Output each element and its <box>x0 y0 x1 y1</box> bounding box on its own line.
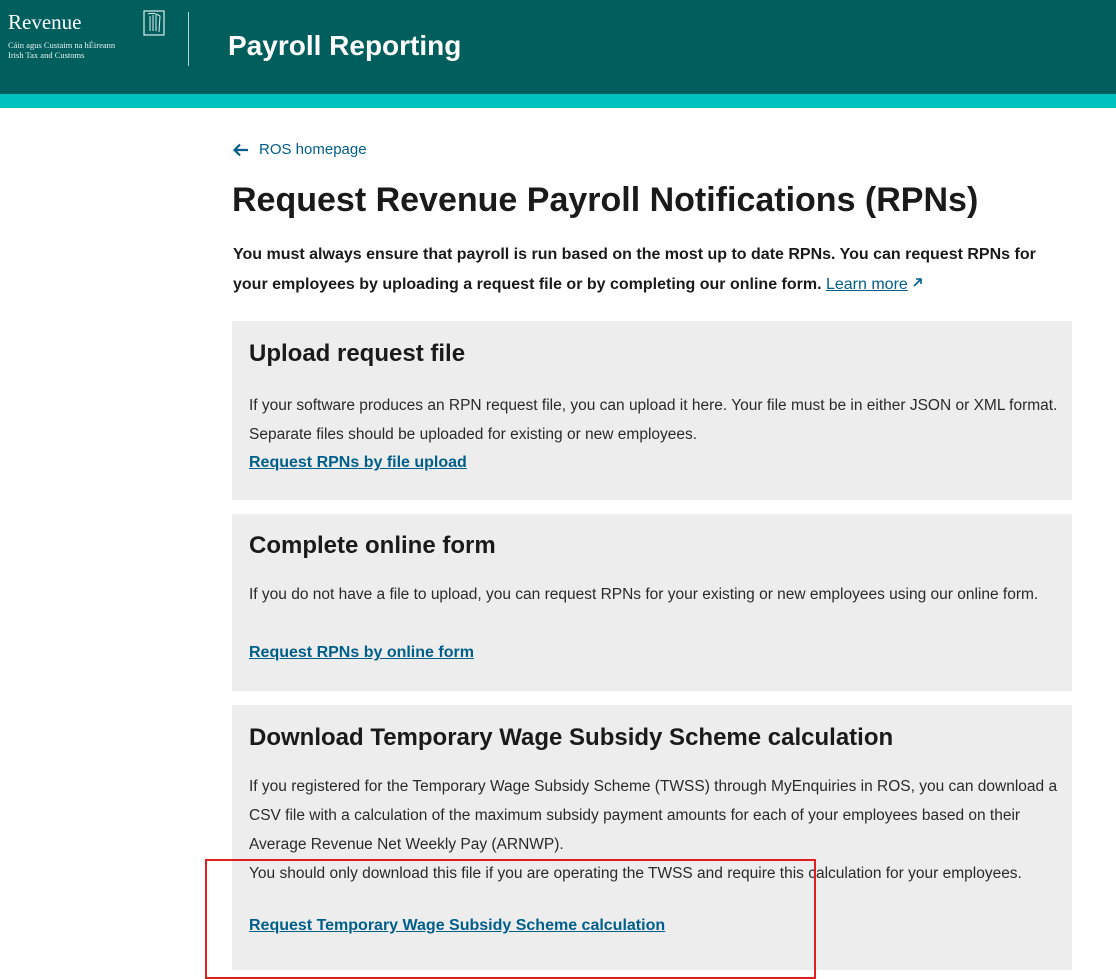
logo-subtitle-english: Irish Tax and Customs <box>8 50 85 60</box>
header-accent-stripe <box>0 94 1116 108</box>
upload-request-file-card: Upload request file If your software pro… <box>232 321 1072 500</box>
header-divider <box>188 12 189 66</box>
card-title: Download Temporary Wage Subsidy Scheme c… <box>249 724 894 751</box>
arrow-left-icon <box>233 143 248 157</box>
logo-subtitle-irish: Cáin agus Custaim na hÉireann <box>8 40 116 50</box>
revenue-logo[interactable]: Revenue Cáin agus Custaim na hÉireann Ir… <box>8 10 178 80</box>
complete-online-form-card: Complete online form If you do not have … <box>232 514 1072 691</box>
learn-more-link[interactable]: Learn more <box>826 276 923 293</box>
ros-homepage-link[interactable]: ROS homepage <box>233 139 367 161</box>
card-body: If your software produces an RPN request… <box>249 397 1058 443</box>
logo-wordmark: Revenue <box>8 10 82 34</box>
card-title: Upload request file <box>249 340 466 367</box>
highlight-annotation-box <box>205 859 816 979</box>
card-title: Complete online form <box>249 532 496 559</box>
intro-text: You must always ensure that payroll is r… <box>233 240 1073 300</box>
logo-subtitle: Cáin agus Custaim na hÉireann Irish Tax … <box>8 40 115 60</box>
app-title: Payroll Reporting <box>228 30 462 61</box>
request-rpns-online-form-link[interactable]: Request RPNs by online form <box>249 642 474 664</box>
external-link-icon <box>913 278 922 287</box>
request-rpns-file-upload-link[interactable]: Request RPNs by file upload <box>249 452 467 474</box>
ros-homepage-label: ROS homepage <box>259 141 367 158</box>
site-header: Revenue Cáin agus Custaim na hÉireann Ir… <box>0 0 1116 94</box>
harp-icon <box>143 10 165 36</box>
page-title: Request Revenue Payroll Notifications (R… <box>232 181 979 219</box>
learn-more-label: Learn more <box>825 276 908 293</box>
card-body: If you registered for the Temporary Wage… <box>249 778 1058 853</box>
card-body: If you do not have a file to upload, you… <box>249 586 1039 603</box>
